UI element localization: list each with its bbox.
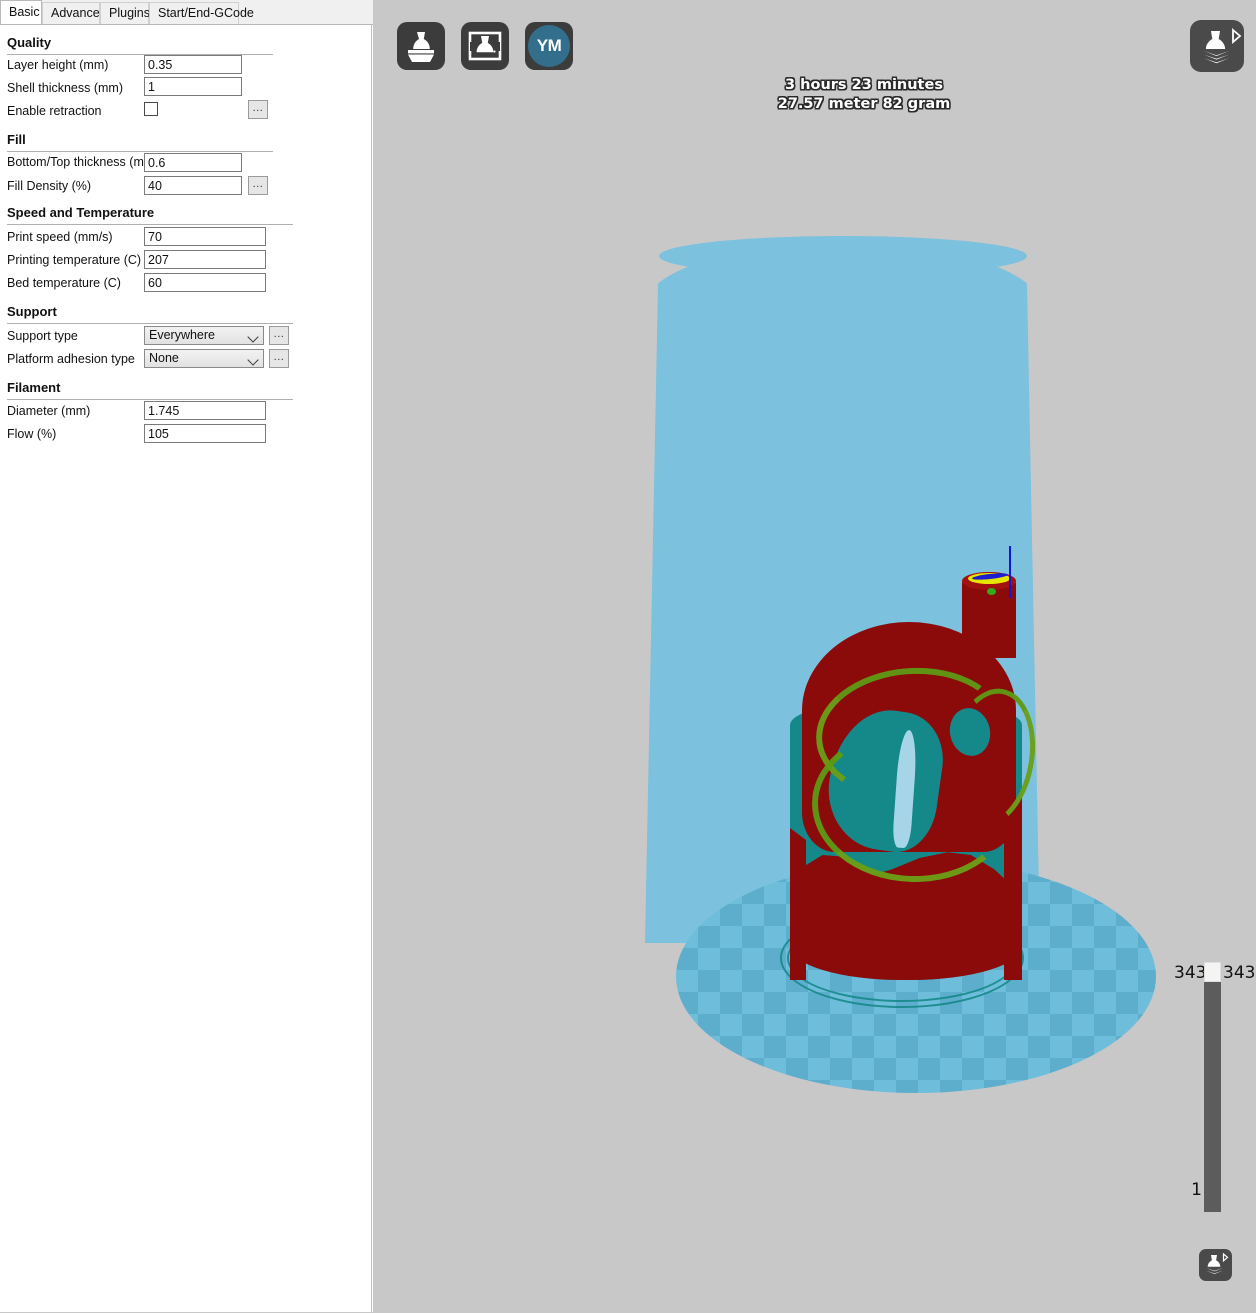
section-rule-fill — [7, 151, 273, 152]
view-mode-icon — [1190, 20, 1244, 72]
layer-slider-handle[interactable] — [1204, 962, 1221, 982]
layer-view-button[interactable] — [1199, 1249, 1232, 1281]
nozzle-path-line — [1009, 546, 1011, 598]
label-print-speed: Print speed (mm/s) — [7, 230, 113, 244]
more-button-fill-density[interactable]: ... — [248, 176, 268, 195]
chevron-down-icon — [247, 331, 258, 342]
tab-basic[interactable]: Basic — [0, 0, 42, 24]
label-bed-temperature: Bed temperature (C) — [7, 276, 121, 290]
print-info: 3 hours 23 minutes 27.57 meter 82 gram — [774, 76, 954, 114]
input-flow[interactable] — [144, 424, 266, 443]
label-enable-retraction: Enable retraction — [7, 104, 102, 118]
tab-start-end-gcode[interactable]: Start/End-GCode — [149, 2, 239, 24]
tab-basic-label: Basic — [9, 5, 40, 19]
save-toolpath-icon — [461, 22, 509, 70]
section-title-filament: Filament — [7, 380, 60, 395]
input-shell-thickness[interactable] — [144, 77, 242, 96]
load-model-icon — [397, 22, 445, 70]
label-platform-adhesion-type: Platform adhesion type — [7, 352, 135, 366]
label-shell-thickness: Shell thickness (mm) — [7, 81, 123, 95]
layer-slider-min-value: 1 — [1182, 1180, 1202, 1200]
input-diameter[interactable] — [144, 401, 266, 420]
label-bottom-top-thickness: Bottom/Top thickness (mm) — [7, 155, 158, 169]
youmagine-label: YM — [525, 22, 573, 70]
tab-advanced-label: Advanced — [51, 6, 107, 20]
cura-main-window: Basic Advanced Plugins Start/End-GCode Q… — [0, 0, 1256, 1312]
label-flow: Flow (%) — [7, 427, 56, 441]
sliced-model[interactable] — [772, 560, 1042, 990]
label-printing-temperature: Printing temperature (C) — [7, 253, 141, 267]
input-fill-density[interactable] — [144, 176, 242, 195]
layer-view-icon — [1199, 1249, 1232, 1281]
load-model-button[interactable] — [397, 22, 445, 70]
tab-plugins-label: Plugins — [109, 6, 150, 20]
more-button-support-type[interactable]: ... — [269, 326, 289, 345]
section-rule-speed-temperature — [7, 224, 293, 225]
label-layer-height: Layer height (mm) — [7, 58, 108, 72]
more-button-platform-adhesion-type[interactable]: ... — [269, 349, 289, 368]
settings-tab-strip: Basic Advanced Plugins Start/End-GCode — [0, 0, 373, 24]
layer-slider-value-left: 343 — [1174, 963, 1204, 983]
dropdown-platform-adhesion-type[interactable]: None — [144, 349, 264, 368]
dropdown-platform-adhesion-type-value: None — [149, 350, 179, 367]
layer-slider-value-right: 343 — [1223, 963, 1256, 983]
save-toolpath-button[interactable] — [461, 22, 509, 70]
section-rule-filament — [7, 399, 293, 400]
dropdown-support-type-value: Everywhere — [149, 327, 215, 344]
input-printing-temperature[interactable] — [144, 250, 266, 269]
section-title-fill: Fill — [7, 132, 26, 147]
chevron-down-icon — [247, 354, 258, 365]
label-diameter: Diameter (mm) — [7, 404, 90, 418]
section-title-support: Support — [7, 304, 57, 319]
build-volume-top-ellipse — [659, 236, 1027, 276]
section-title-speed-temperature: Speed and Temperature — [7, 205, 154, 220]
section-title-quality: Quality — [7, 35, 51, 50]
tab-advanced[interactable]: Advanced — [42, 2, 100, 24]
tab-start-end-gcode-label: Start/End-GCode — [158, 6, 254, 20]
section-rule-support — [7, 323, 293, 324]
input-print-speed[interactable] — [144, 227, 266, 246]
dropdown-support-type[interactable]: Everywhere — [144, 326, 264, 345]
layer-slider-track[interactable] — [1204, 963, 1221, 1212]
input-layer-height[interactable] — [144, 55, 242, 74]
panel-divider — [371, 24, 372, 1312]
youmagine-button[interactable]: YM — [525, 22, 573, 70]
input-bed-temperature[interactable] — [144, 273, 266, 292]
checkbox-enable-retraction[interactable] — [144, 102, 158, 116]
view-mode-button[interactable] — [1190, 20, 1244, 72]
settings-panel: Basic Advanced Plugins Start/End-GCode Q… — [0, 0, 373, 1312]
print-material: 27.57 meter 82 gram — [774, 95, 954, 114]
label-support-type: Support type — [7, 329, 78, 343]
3d-viewport[interactable]: YM 3 hours 23 minutes 27.57 meter 82 gra… — [377, 0, 1256, 1312]
input-bottom-top-thickness[interactable] — [144, 153, 242, 172]
more-button-enable-retraction[interactable]: ... — [248, 100, 268, 119]
tab-plugins[interactable]: Plugins — [100, 2, 149, 24]
label-fill-density: Fill Density (%) — [7, 179, 91, 193]
model-neck-inner-wall — [987, 588, 996, 595]
print-time: 3 hours 23 minutes — [774, 76, 954, 95]
settings-panel-body: Quality Layer height (mm) Shell thicknes… — [0, 24, 373, 1312]
